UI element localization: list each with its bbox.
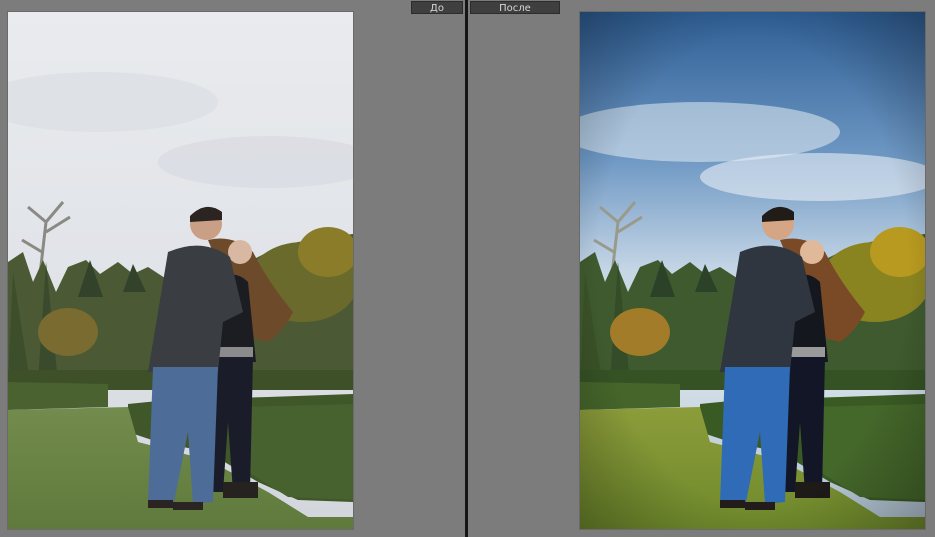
after-label: После bbox=[470, 1, 560, 14]
before-label: До bbox=[411, 1, 463, 14]
before-photo[interactable] bbox=[8, 12, 353, 529]
after-photo[interactable] bbox=[580, 12, 925, 529]
